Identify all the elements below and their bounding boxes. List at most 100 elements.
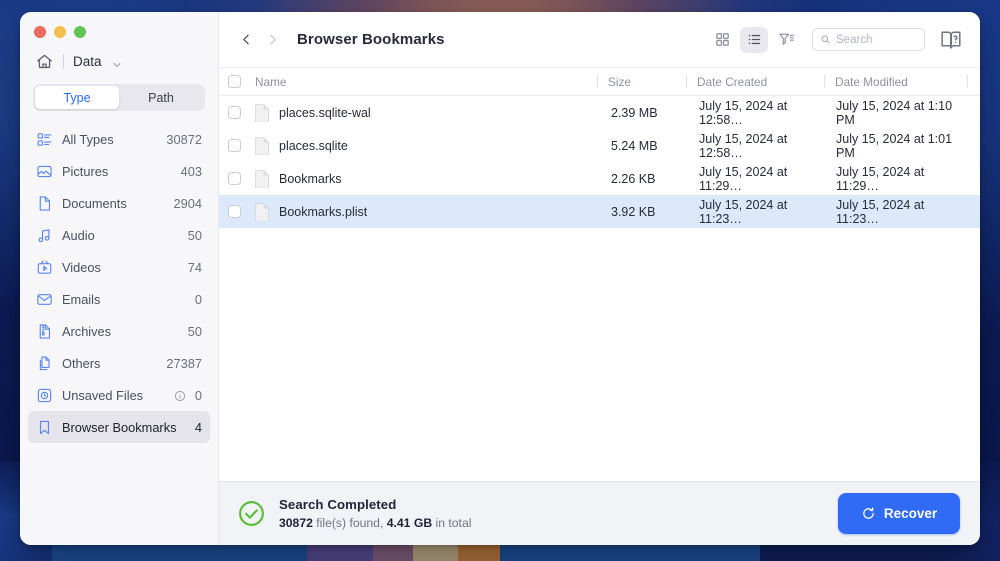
sidebar-item-browser-bookmarks[interactable]: Browser Bookmarks 4 (28, 411, 210, 443)
status-count-suffix: file(s) found, (316, 516, 384, 530)
refresh-icon (863, 507, 874, 519)
bookmark-icon (36, 419, 53, 436)
cell-date-modified: July 15, 2024 at 1:10 PM (836, 98, 953, 127)
file-name: Bookmarks (279, 171, 342, 186)
sidebar-item-documents[interactable]: Documents 2904 (28, 187, 210, 219)
manual-book-icon[interactable] (939, 28, 963, 52)
sidebar-item-others[interactable]: Others 27387 (28, 347, 210, 379)
cell-name: places.sqlite-wal (249, 103, 601, 123)
audio-icon (36, 227, 53, 244)
status-total-size: 4.41 GB (386, 516, 433, 530)
search-placeholder: Search (836, 33, 873, 46)
column-header-size[interactable]: Size (598, 75, 686, 89)
sidebar-item-label: Pictures (62, 163, 109, 179)
sidebar-item-count: 403 (180, 163, 202, 179)
table-row[interactable]: Bookmarks.plist 3.92 KB July 15, 2024 at 1… (219, 195, 980, 228)
status-title: Search Completed (279, 497, 397, 512)
tab-path[interactable]: Path (119, 86, 203, 109)
type-path-switch-wrap: Type Path (20, 72, 218, 111)
sidebar-item-archives[interactable]: Archives 50 (28, 315, 210, 347)
row-checkbox[interactable] (219, 205, 249, 218)
breadcrumb-label[interactable]: Data (73, 54, 102, 69)
sidebar-item-emails[interactable]: Emails 0 (28, 283, 210, 315)
cell-date-created: July 15, 2024 at 12:58… (699, 131, 788, 160)
cell-name: Bookmarks.plist (249, 202, 601, 222)
sidebar-item-label: Documents (62, 195, 127, 211)
sidebar-item-label: Videos (62, 259, 101, 275)
forward-button[interactable] (259, 27, 285, 53)
cell-size: 5.24 MB (611, 138, 658, 153)
cell-size: 2.39 MB (611, 105, 658, 120)
sidebar-item-videos[interactable]: Videos 74 (28, 251, 210, 283)
status-summary: 30872 file(s) found, 4.41 GB in total (279, 516, 471, 530)
file-icon (255, 136, 270, 156)
cell-size: 2.26 KB (611, 171, 656, 186)
sidebar-item-count: 74 (187, 259, 202, 275)
column-header-date-modified[interactable]: Date Modified (825, 75, 967, 89)
videos-icon (36, 259, 53, 276)
cell-size: 3.92 KB (611, 204, 656, 219)
recover-button-label: Recover (883, 506, 938, 521)
cell-date-created: July 15, 2024 at 11:23… (699, 197, 788, 226)
status-file-count: 30872 (279, 516, 313, 530)
sidebar-item-unsaved-files[interactable]: Unsaved Files 0 (28, 379, 210, 411)
home-icon[interactable] (35, 52, 54, 71)
table-header: Name Size Date Created Date Modified (219, 67, 980, 96)
search-input[interactable]: Search (812, 28, 925, 51)
info-icon[interactable] (174, 389, 186, 402)
sidebar-item-count: 50 (187, 323, 202, 339)
sidebar-item-all-types[interactable]: All Types 30872 (28, 123, 210, 155)
row-checkbox[interactable] (219, 106, 249, 119)
sidebar-list: All Types 30872 Pictures 403 Documents 2904 Au… (20, 123, 218, 443)
sidebar-item-pictures[interactable]: Pictures 403 (28, 155, 210, 187)
cell-date-modified: July 15, 2024 at 11:23… (836, 197, 925, 226)
search-icon (821, 35, 830, 44)
sidebar-item-audio[interactable]: Audio 50 (28, 219, 210, 251)
filter-button[interactable] (772, 27, 800, 53)
minimize-button[interactable] (54, 26, 66, 38)
status-bar: Search Completed 30872 file(s) found, 4.… (219, 481, 980, 545)
select-all-checkbox[interactable] (219, 75, 249, 88)
sidebar-item-label: Audio (62, 227, 95, 243)
tab-type[interactable]: Type (35, 86, 119, 109)
row-checkbox[interactable] (219, 172, 249, 185)
app-window: Data Type Path All Types 30872 Pictures 403… (20, 12, 980, 545)
type-path-switch: Type Path (33, 84, 205, 111)
row-checkbox[interactable] (219, 139, 249, 152)
toolbar-actions: Search (708, 26, 963, 53)
check-circle-icon (237, 499, 266, 528)
sidebar-item-label: Others (62, 355, 101, 371)
sidebar-item-label: All Types (62, 131, 114, 147)
table-row[interactable]: places.sqlite-wal 2.39 MB July 15, 2024 at… (219, 96, 980, 129)
sidebar-item-count: 30872 (166, 131, 202, 147)
chevron-down-icon[interactable] (112, 57, 122, 67)
close-button[interactable] (34, 26, 46, 38)
cell-date-created: July 15, 2024 at 11:29… (699, 164, 788, 193)
documents-icon (36, 195, 53, 212)
all-types-icon (36, 131, 53, 148)
file-icon (255, 202, 270, 222)
main-panel: Browser Bookmarks Search Name Size Date … (219, 12, 980, 545)
recover-button[interactable]: Recover (838, 493, 960, 534)
breadcrumb: Data (20, 38, 218, 72)
list-view-button[interactable] (740, 26, 768, 53)
grid-view-button[interactable] (708, 27, 736, 53)
column-header-date-created[interactable]: Date Created (687, 75, 824, 89)
unsaved-files-icon (36, 387, 53, 404)
back-button[interactable] (233, 27, 259, 53)
cell-date-modified: July 15, 2024 at 11:29… (836, 164, 925, 193)
others-icon (36, 355, 53, 372)
file-icon (255, 169, 270, 189)
toolbar: Browser Bookmarks Search (219, 12, 980, 67)
sidebar: Data Type Path All Types 30872 Pictures 403… (20, 12, 219, 545)
table-row[interactable]: Bookmarks 2.26 KB July 15, 2024 at 11:29… J… (219, 162, 980, 195)
sidebar-item-count: 50 (187, 227, 202, 243)
maximize-button[interactable] (74, 26, 86, 38)
column-header-name[interactable]: Name (249, 75, 597, 89)
cell-name: Bookmarks (249, 169, 601, 189)
pictures-icon (36, 163, 53, 180)
sidebar-item-count: 0 (194, 291, 202, 307)
table-row[interactable]: places.sqlite 5.24 MB July 15, 2024 at 12:… (219, 129, 980, 162)
sidebar-item-label: Archives (62, 323, 112, 339)
column-divider (967, 75, 968, 88)
